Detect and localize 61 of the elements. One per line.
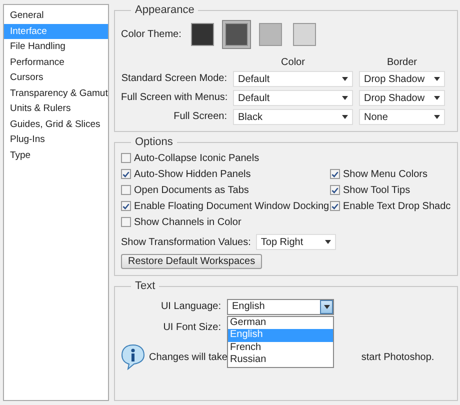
- language-option[interactable]: French: [228, 342, 333, 354]
- category-item[interactable]: File Handling: [4, 39, 108, 54]
- screen-mode-label: Full Screen with Menus:: [121, 91, 227, 105]
- checkbox-label[interactable]: Open Documents as Tabs: [134, 184, 249, 196]
- transformation-dropdown[interactable]: Top Right: [256, 234, 336, 250]
- category-item[interactable]: Cursors: [4, 70, 108, 86]
- caret-icon: [434, 115, 440, 119]
- group-title: Options: [134, 136, 174, 148]
- dropdown-arrow-button[interactable]: [320, 300, 333, 314]
- border-dropdown[interactable]: None: [359, 109, 445, 125]
- category-item[interactable]: Type: [4, 148, 108, 163]
- checkbox[interactable]: [330, 169, 340, 179]
- category-item[interactable]: Transparency & Gamut: [4, 86, 108, 101]
- checkbox-label[interactable]: Auto-Collapse Iconic Panels: [134, 152, 260, 164]
- caret-icon: [434, 77, 440, 81]
- checkbox-label[interactable]: Auto-Show Hidden Panels: [134, 168, 251, 180]
- group-title: Text: [134, 280, 156, 292]
- column-header: Border: [386, 57, 418, 68]
- caret-icon: [342, 115, 348, 119]
- color-dropdown[interactable]: Default: [233, 90, 353, 106]
- language-option[interactable]: Russian: [228, 354, 333, 366]
- border-dropdown[interactable]: Drop Shadow: [359, 71, 445, 87]
- language-dropdown[interactable]: English: [227, 298, 334, 314]
- ui-language-label: UI Language:: [160, 301, 221, 312]
- restore-button[interactable]: Restore Default Workspaces: [121, 254, 262, 269]
- category-item[interactable]: Guides, Grid & Slices: [4, 116, 108, 132]
- screen-mode-label: Full Screen:: [172, 110, 227, 124]
- checkbox-label[interactable]: Enable Floating Document Window Docking: [134, 200, 330, 212]
- ui-font-size-label: UI Font Size:: [162, 322, 221, 333]
- checkbox-label[interactable]: Show Tool Tips: [343, 184, 410, 196]
- transformation-label: Show Transformation Values:: [121, 236, 251, 248]
- column-header: Color: [280, 57, 306, 68]
- info-icon: [121, 344, 145, 370]
- group-title: Appearance: [134, 4, 196, 16]
- category-item[interactable]: Units & Rulers: [4, 101, 108, 116]
- caret-icon: [342, 96, 348, 100]
- checkbox[interactable]: [121, 201, 131, 211]
- checkbox[interactable]: [330, 201, 340, 211]
- border-dropdown[interactable]: Drop Shadow: [359, 90, 445, 106]
- color-dropdown[interactable]: Default: [233, 71, 353, 87]
- checkbox[interactable]: [330, 185, 340, 195]
- checkbox-label[interactable]: Show Menu Colors: [343, 168, 428, 180]
- checkbox[interactable]: [121, 169, 131, 179]
- caret-icon: [434, 96, 440, 100]
- category-item[interactable]: Plug-Ins: [4, 132, 108, 148]
- notice-text: Changes will take: [149, 352, 228, 362]
- notice-text: start Photoshop.: [361, 352, 434, 362]
- checkbox-label[interactable]: Show Channels in Color: [134, 216, 242, 228]
- color-dropdown[interactable]: Black: [233, 109, 353, 125]
- checkbox-label[interactable]: Enable Text Drop Shadc: [343, 200, 451, 212]
- language-option[interactable]: German: [228, 316, 333, 329]
- caret-icon: [324, 240, 331, 244]
- screen-mode-label: Standard Screen Mode:: [121, 72, 227, 86]
- checkbox[interactable]: [121, 185, 131, 195]
- theme-swatch[interactable]: [222, 20, 252, 49]
- category-item[interactable]: General: [4, 8, 108, 24]
- category-item[interactable]: Performance: [4, 54, 108, 70]
- checkbox[interactable]: [121, 153, 131, 163]
- caret-icon: [342, 77, 348, 81]
- checkbox[interactable]: [121, 217, 131, 227]
- color-theme-label: Color Theme:: [121, 29, 182, 40]
